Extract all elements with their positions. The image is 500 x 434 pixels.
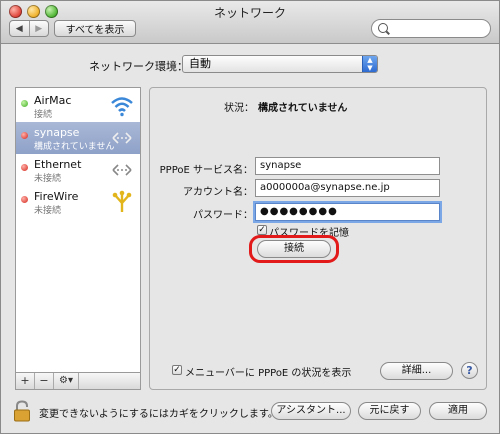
status-label: 状況： (224, 103, 254, 114)
service-item-airmac[interactable]: AirMac 接続 (16, 90, 140, 122)
search-icon (378, 23, 388, 33)
service-status: 未接続 (34, 206, 62, 216)
firewire-icon (112, 190, 132, 212)
show-all-button[interactable]: すべてを表示 (54, 20, 136, 37)
help-button[interactable]: ? (461, 362, 478, 379)
service-status: 構成されていません (34, 142, 115, 152)
service-status: 接続 (34, 110, 53, 120)
service-item-ethernet[interactable]: Ethernet 未接続 (16, 154, 140, 186)
service-name: synapse (34, 126, 80, 139)
lock-icon[interactable] (13, 400, 31, 422)
pppoe-service-name-label: PPPoE サービス名： (159, 165, 253, 176)
service-list: AirMac 接続 synapse 構成されていません Ethernet 未接続 (15, 87, 141, 390)
back-forward-control: ◀ ▶ (9, 20, 49, 37)
network-preferences-window: ネットワーク ◀ ▶ すべてを表示 ネットワーク環境： 自動 ▲ ▼ AirMac… (0, 0, 500, 434)
service-item-synapse[interactable]: synapse 構成されていません (16, 122, 140, 154)
revert-button[interactable]: 元に戻す (358, 402, 421, 420)
account-name-label: アカウント名： (183, 187, 253, 198)
password-label: パスワード： (193, 210, 253, 221)
status-dot-green (21, 100, 28, 107)
service-name: Ethernet (34, 158, 82, 171)
status-dot-red (21, 132, 28, 139)
show-in-menubar-checkbox[interactable]: ✓ (172, 365, 182, 375)
ppp-icon (112, 132, 132, 144)
service-list-toolbar: + − ⚙▾ (15, 372, 141, 390)
wifi-icon (111, 97, 133, 117)
service-item-firewire[interactable]: FireWire 未接続 (16, 186, 140, 218)
location-popup[interactable]: 自動 ▲ ▼ (182, 55, 378, 73)
status-value: 構成されていません (258, 103, 348, 114)
popup-arrows-icon: ▲ ▼ (362, 56, 377, 72)
account-name-field[interactable]: a000000a@synapse.ne.jp (255, 179, 440, 197)
assistant-button[interactable]: アシスタント... (271, 402, 351, 420)
status-dot-red (21, 164, 28, 171)
location-value: 自動 (189, 57, 211, 70)
password-field[interactable]: ●●●●●●●● (255, 203, 440, 221)
remember-password-checkbox[interactable]: ✓ (257, 225, 267, 235)
lock-message: 変更できないようにするにはカギをクリックします。 (39, 409, 278, 420)
remove-service-button[interactable]: − (35, 373, 54, 389)
service-name: FireWire (34, 190, 79, 203)
service-name: AirMac (34, 94, 72, 107)
add-service-button[interactable]: + (16, 373, 35, 389)
status-dot-red (21, 196, 28, 203)
titlebar: ネットワーク ◀ ▶ すべてを表示 (1, 1, 499, 44)
advanced-button[interactable]: 詳細... (380, 362, 453, 380)
back-button[interactable]: ◀ (10, 21, 29, 36)
apply-button[interactable]: 適用 (429, 402, 487, 420)
show-in-menubar-label: メニューバーに PPPoE の状況を表示 (185, 368, 352, 379)
gear-icon[interactable]: ⚙▾ (54, 373, 79, 389)
search-field[interactable] (371, 19, 491, 38)
pppoe-service-name-field[interactable]: synapse (255, 157, 440, 175)
highlight-ring (249, 235, 339, 263)
ethernet-icon (112, 164, 132, 176)
location-label: ネットワーク環境： (89, 60, 188, 73)
forward-button[interactable]: ▶ (28, 21, 49, 36)
service-status: 未接続 (34, 174, 62, 184)
